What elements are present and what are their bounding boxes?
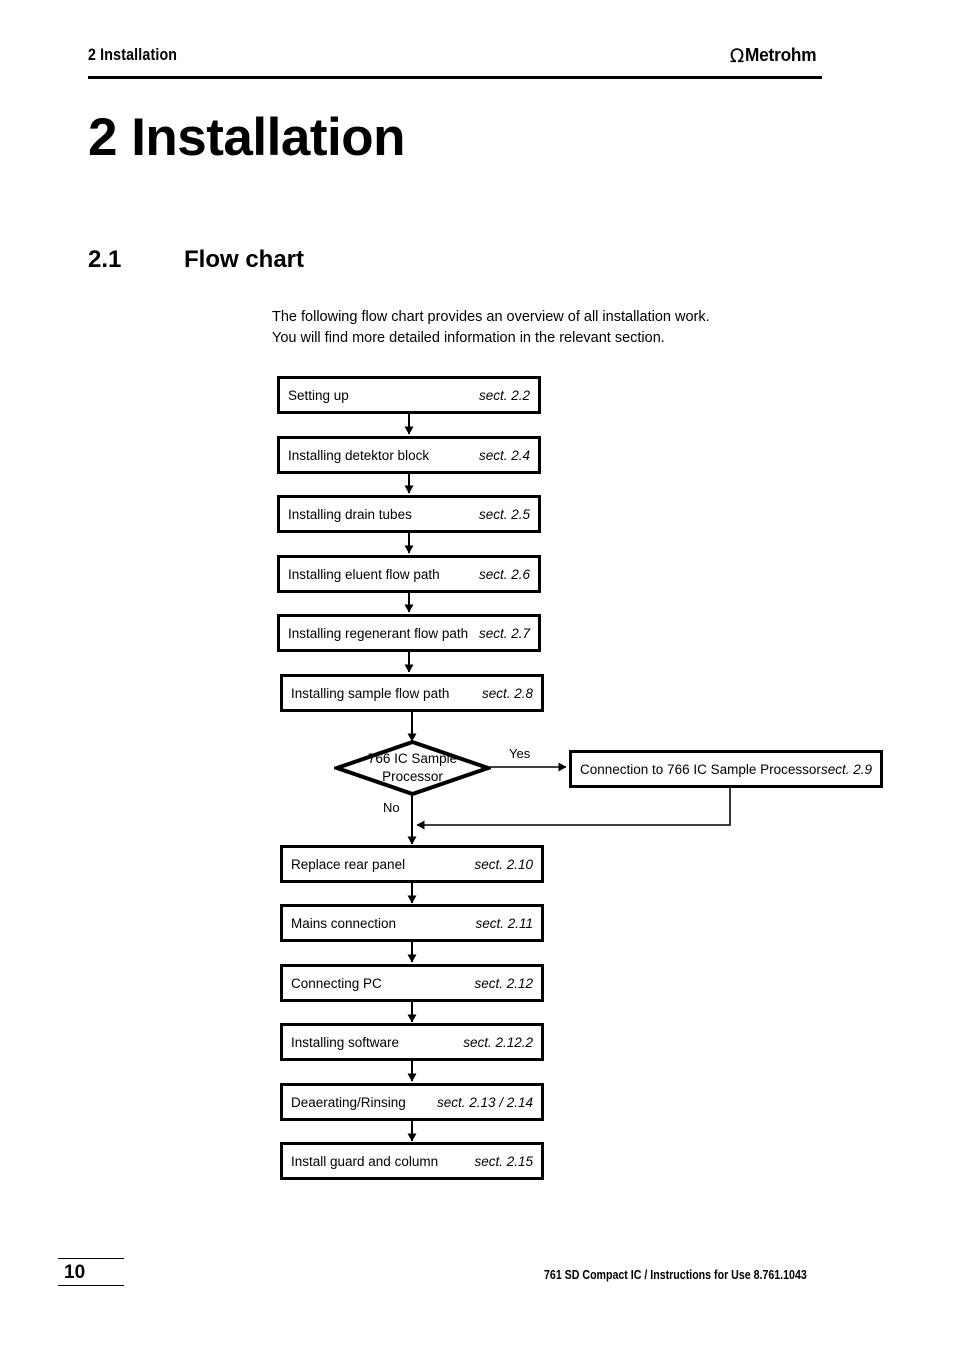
flow-branch-label: Connection to 766 IC Sample Processor bbox=[580, 761, 821, 777]
omega-icon: Ω bbox=[729, 44, 745, 67]
flow-step-section: sect. 2.10 bbox=[474, 856, 533, 872]
running-header: 2 Installation Ω Metrohm bbox=[88, 44, 822, 80]
flow-step-installing-sample-flow-path[interactable]: Installing sample flow path sect. 2.8 bbox=[280, 674, 544, 712]
flow-step-section: sect. 2.5 bbox=[478, 506, 530, 522]
flow-decision-text: 766 IC Sample Processor bbox=[334, 740, 491, 796]
flow-step-section: sect. 2.15 bbox=[474, 1153, 533, 1169]
intro-line-1: The following flow chart provides an ove… bbox=[272, 309, 710, 325]
flow-decision-line-2: Processor bbox=[382, 769, 443, 784]
flow-step-label: Deaerating/Rinsing bbox=[291, 1094, 406, 1110]
flow-step-label: Connecting PC bbox=[291, 975, 382, 991]
flow-step-label: Installing eluent flow path bbox=[288, 566, 440, 582]
flow-step-section: sect. 2.8 bbox=[481, 685, 533, 701]
flow-decision-766-ic-sample-processor[interactable]: 766 IC Sample Processor bbox=[334, 740, 491, 796]
flow-step-label: Installing sample flow path bbox=[291, 685, 450, 701]
flow-edge-label-yes: Yes bbox=[509, 746, 531, 761]
header-chapter-label: 2 Installation bbox=[88, 46, 178, 64]
flow-step-installing-eluent-flow-path[interactable]: Installing eluent flow path sect. 2.6 bbox=[277, 555, 541, 593]
intro-paragraph: The following flow chart provides an ove… bbox=[272, 307, 821, 349]
header-divider bbox=[88, 76, 822, 79]
flow-step-label: Installing software bbox=[291, 1034, 400, 1050]
flow-step-section: sect. 2.7 bbox=[478, 625, 530, 641]
page-number: 10 bbox=[58, 1258, 124, 1286]
flow-step-installing-drain-tubes[interactable]: Installing drain tubes sect. 2.5 bbox=[277, 495, 541, 533]
flow-step-connecting-pc[interactable]: Connecting PC sect. 2.12 bbox=[280, 964, 544, 1002]
section-number: 2.1 bbox=[88, 246, 122, 273]
flow-step-label: Installing regenerant flow path bbox=[288, 625, 469, 641]
flow-step-installing-regenerant-flow-path[interactable]: Installing regenerant flow path sect. 2.… bbox=[277, 614, 541, 652]
flow-step-section: sect. 2.11 bbox=[475, 915, 533, 931]
flow-step-label: Setting up bbox=[288, 387, 349, 403]
page-title: 2 Installation bbox=[88, 108, 405, 167]
flow-step-label: Mains connection bbox=[291, 915, 397, 931]
flow-step-label: Installing drain tubes bbox=[288, 506, 412, 522]
flow-step-setting-up[interactable]: Setting up sect. 2.2 bbox=[277, 376, 541, 414]
flow-step-section: sect. 2.2 bbox=[478, 387, 530, 403]
flow-step-install-guard-and-column[interactable]: Install guard and column sect. 2.15 bbox=[280, 1142, 544, 1180]
flow-step-section: sect. 2.12.2 bbox=[463, 1034, 533, 1050]
flow-step-installing-software[interactable]: Installing software sect. 2.12.2 bbox=[280, 1023, 544, 1061]
document-page: 2 Installation Ω Metrohm 2 Installation … bbox=[0, 0, 954, 1351]
flow-decision-line-1: 766 IC Sample bbox=[367, 751, 458, 766]
flow-branch-section: sect. 2.9 bbox=[820, 761, 872, 777]
flow-step-replace-rear-panel[interactable]: Replace rear panel sect. 2.10 bbox=[280, 845, 544, 883]
flow-step-label: Replace rear panel bbox=[291, 856, 406, 872]
flow-step-label: Installing detektor block bbox=[288, 447, 430, 463]
flow-edge-label-no: No bbox=[383, 800, 400, 815]
section-title: Flow chart bbox=[184, 246, 305, 273]
intro-line-2: You will find more detailed information … bbox=[272, 330, 665, 346]
flow-step-section: sect. 2.13 / 2.14 bbox=[436, 1094, 533, 1110]
flow-step-installing-detektor-block[interactable]: Installing detektor block sect. 2.4 bbox=[277, 436, 541, 474]
section-heading: 2.1 Flow chart bbox=[88, 246, 304, 274]
metrohm-logo: Ω Metrohm bbox=[730, 44, 822, 66]
flow-step-mains-connection[interactable]: Mains connection sect. 2.11 bbox=[280, 904, 544, 942]
flow-step-label: Install guard and column bbox=[291, 1153, 439, 1169]
flow-step-section: sect. 2.6 bbox=[478, 566, 530, 582]
flow-step-deaerating-rinsing[interactable]: Deaerating/Rinsing sect. 2.13 / 2.14 bbox=[280, 1083, 544, 1121]
brand-name: Metrohm bbox=[745, 44, 817, 65]
footer-document-reference: 761 SD Compact IC / Instructions for Use… bbox=[544, 1268, 807, 1282]
flow-step-section: sect. 2.12 bbox=[474, 975, 533, 991]
flow-branch-connection-to-766-ic-sample-processor[interactable]: Connection to 766 IC Sample Processor se… bbox=[569, 750, 883, 788]
flow-step-section: sect. 2.4 bbox=[478, 447, 530, 463]
